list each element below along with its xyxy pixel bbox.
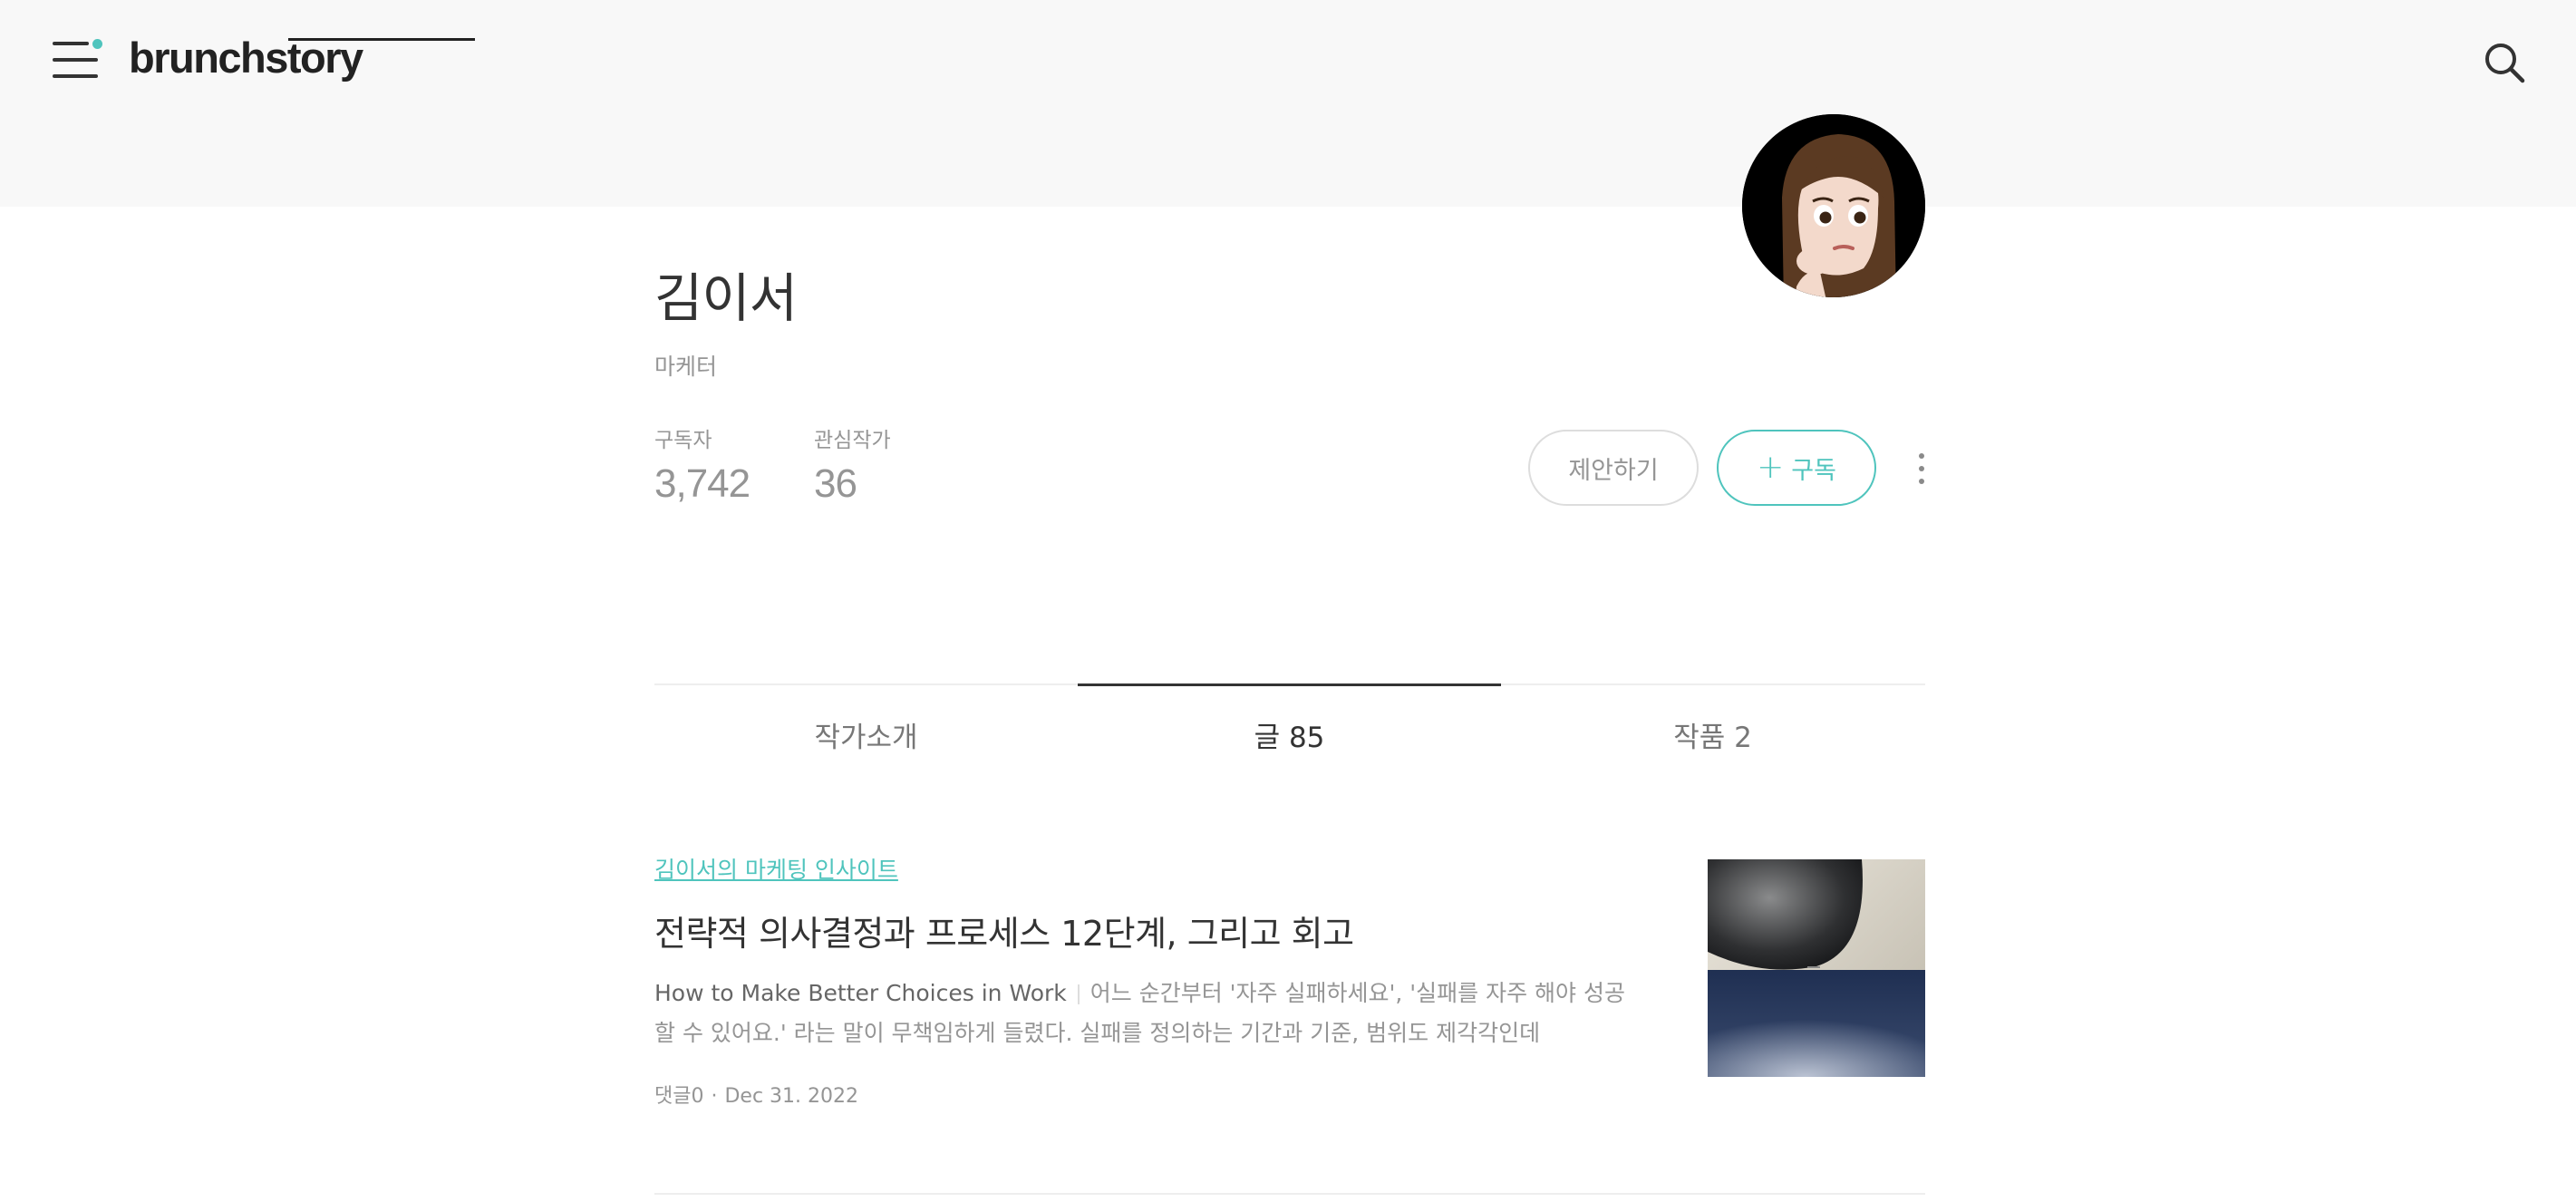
avatar-image: [1742, 114, 1925, 297]
subscribe-button[interactable]: + 구독: [1717, 430, 1876, 506]
following-label: 관심작가: [814, 429, 891, 452]
subscriber-stat[interactable]: 구독자 3,742: [654, 426, 751, 508]
author-avatar[interactable]: [1742, 114, 1925, 297]
article-subtitle: How to Make Better Choices in Work: [654, 980, 1067, 1006]
menu-bar: [53, 58, 98, 62]
tab-label: 작품 2: [1673, 722, 1752, 754]
brunch-story-logo[interactable]: brunchstory: [129, 31, 475, 85]
vertical-dots-icon: [1919, 466, 1924, 471]
profile-tabs: 작가소개 글 85 작품 2: [654, 683, 1925, 794]
thumbnail-image: [1708, 859, 1925, 1077]
tab-author-intro[interactable]: 작가소개: [654, 683, 1078, 774]
article-meta: 댓글0 · Dec 31. 2022: [654, 1082, 858, 1111]
following-stat[interactable]: 관심작가 36: [814, 426, 891, 508]
search-button[interactable]: [2482, 40, 2527, 85]
article-excerpt[interactable]: How to Make Better Choices in Work 어느 순간부…: [654, 974, 1637, 1053]
more-options-button[interactable]: [1905, 446, 1938, 491]
subscriber-count: 3,742: [654, 461, 751, 506]
article-title[interactable]: 전략적 의사결정과 프로세스 12단계, 그리고 회고: [654, 908, 1354, 959]
suggest-label: 제안하기: [1568, 456, 1659, 485]
following-count: 36: [814, 461, 857, 506]
article-list-item: 김이서의 마케팅 인사이트 전략적 의사결정과 프로세스 12단계, 그리고 회…: [654, 848, 1925, 1193]
menu-button[interactable]: [53, 38, 107, 83]
vertical-dots-icon: [1919, 479, 1924, 484]
author-name: 김이서: [654, 267, 798, 329]
comment-count: 댓글0: [654, 1085, 704, 1108]
author-role: 마케터: [654, 354, 718, 380]
article-date: Dec 31. 2022: [724, 1085, 859, 1108]
menu-bar: [53, 74, 98, 78]
subtitle-separator: [1077, 984, 1080, 1004]
subscribe-label: 구독: [1791, 456, 1836, 485]
magazine-link[interactable]: 김이서의 마케팅 인사이트: [654, 848, 898, 892]
menu-bar: [53, 42, 89, 45]
tab-label: 작가소개: [814, 722, 918, 754]
article-thumbnail[interactable]: [1708, 859, 1925, 1077]
subscriber-label: 구독자: [654, 429, 712, 452]
plus-icon: +: [1757, 449, 1785, 486]
tab-works[interactable]: 작품 2: [1501, 683, 1924, 774]
notification-dot: [92, 39, 102, 49]
header-band: [0, 0, 2576, 207]
vertical-dots-icon: [1919, 453, 1924, 459]
meta-separator: ·: [711, 1085, 718, 1108]
suggest-button[interactable]: 제안하기: [1528, 430, 1699, 506]
search-icon: [2485, 44, 2525, 83]
tab-label: 글 85: [1254, 722, 1325, 754]
article-divider: [654, 1193, 1925, 1195]
tab-posts[interactable]: 글 85: [1078, 683, 1501, 774]
logo-overline: [288, 38, 475, 41]
